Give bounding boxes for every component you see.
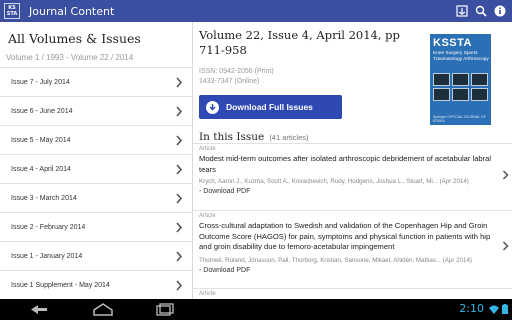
issue-label: Issue 7 - July 2014 [11, 78, 70, 86]
article-item[interactable]: Article Cross-cultural adaptation to Swe… [193, 210, 512, 291]
chevron-right-icon [176, 135, 183, 146]
article-download-pdf-link[interactable]: - Download PDF [199, 267, 250, 274]
app-logo-line2: STA [6, 11, 18, 17]
article-authors: Thomeé, Roland, Jónasson, Pall, Thorborg… [199, 257, 472, 264]
download-icon [206, 100, 219, 114]
cover-brand: KSSTA [433, 37, 472, 49]
chevron-right-icon [176, 106, 183, 117]
issue-item[interactable]: Issue 7 - July 2014 [0, 67, 192, 96]
system-bar: 2:10 [0, 299, 512, 320]
issue-title: Volume 22, Issue 4, April 2014, pp 711-9… [199, 28, 400, 57]
volumes-pane: All Volumes & Issues Volume 1 / 1993 - V… [0, 22, 193, 299]
chevron-right-icon [176, 193, 183, 204]
article-item[interactable]: Article Modest mid-term outcomes after i… [193, 143, 512, 203]
issue-item[interactable]: Issue 4 - April 2014 [0, 154, 192, 183]
clock: 2:10 [459, 302, 484, 315]
article-item[interactable]: Article [193, 288, 512, 299]
article-title: Cross-cultural adaptation to Swedish and… [199, 221, 491, 251]
volumes-range: Volume 1 / 1993 - Volume 22 / 2014 [6, 53, 134, 62]
chevron-right-icon [502, 170, 509, 180]
search-icon[interactable] [473, 3, 489, 19]
app-logo[interactable]: KS STA [4, 3, 20, 19]
article-title: Modest mid-term outcomes after isolated … [199, 154, 492, 174]
chevron-right-icon [176, 222, 183, 233]
issue-item[interactable]: Issue 6 - June 2014 [0, 96, 192, 125]
info-icon[interactable] [492, 3, 508, 19]
issue-list: Issue 7 - July 2014 Issue 6 - June 2014 … [0, 67, 192, 299]
issue-detail-pane: Volume 22, Issue 4, April 2014, pp 711-9… [193, 22, 512, 299]
issue-item[interactable]: Issue 3 - March 2014 [0, 183, 192, 212]
chevron-right-icon [176, 164, 183, 175]
article-type: Article [199, 213, 216, 219]
issue-label: Issue 1 Supplement - May 2014 [11, 281, 110, 289]
issue-item[interactable]: Issue 2 - February 2014 [0, 212, 192, 241]
issue-label: Issue 1 - January 2014 [11, 252, 83, 260]
article-authors: Krych, Aaron J., Kuzma, Scott A., Kovach… [199, 178, 469, 185]
issue-label: Issue 6 - June 2014 [11, 107, 73, 115]
download-full-issues-label: Download Full Issues [226, 102, 313, 112]
issue-item[interactable]: Issue 1 - January 2014 [0, 241, 192, 270]
chevron-right-icon [176, 77, 183, 88]
home-icon[interactable] [90, 303, 116, 316]
cover-subtitle: Knee Surgery Sports Traumatology Arthros… [433, 51, 489, 62]
issn-info: ISSN: 0942-2056 (Print) 1433-7347 (Onlin… [199, 67, 274, 87]
issue-label: Issue 5 - May 2014 [11, 136, 71, 144]
article-type: Article [199, 146, 216, 152]
in-this-issue-title: In this Issue [199, 131, 265, 143]
article-download-pdf-link[interactable]: - Download PDF [199, 188, 250, 195]
battery-icon [502, 304, 508, 314]
library-icon[interactable] [454, 3, 470, 19]
chevron-right-icon [502, 241, 509, 251]
download-full-issues-button[interactable]: Download Full Issues [199, 95, 342, 119]
issue-label: Issue 3 - March 2014 [11, 194, 77, 202]
article-count: (41 articles) [269, 133, 309, 142]
issue-label: Issue 2 - February 2014 [11, 223, 86, 231]
issn-online: 1433-7347 (Online) [199, 78, 260, 85]
action-bar: KS STA Journal Content [0, 0, 512, 22]
journal-cover-image: KSSTA Knee Surgery Sports Traumatology A… [430, 27, 491, 125]
volumes-title: All Volumes & Issues [8, 31, 141, 46]
app-title: Journal Content [29, 4, 115, 18]
in-this-issue-header: In this Issue (41 articles) [199, 125, 309, 144]
issue-label: Issue 4 - April 2014 [11, 165, 71, 173]
issue-item[interactable]: Issue 1 Supplement - May 2014 [0, 270, 192, 299]
issue-item[interactable]: Issue 5 - May 2014 [0, 125, 192, 154]
chevron-right-icon [176, 251, 183, 262]
back-icon[interactable] [27, 303, 53, 316]
article-type: Article [199, 291, 216, 297]
issn-print: ISSN: 0942-2056 (Print) [199, 68, 274, 75]
cover-footer: Springer OFFICIAL JOURNAL OF ESSKA [433, 115, 486, 123]
recent-apps-icon[interactable] [152, 303, 178, 316]
chevron-right-icon [176, 280, 183, 291]
wifi-icon [489, 305, 499, 314]
